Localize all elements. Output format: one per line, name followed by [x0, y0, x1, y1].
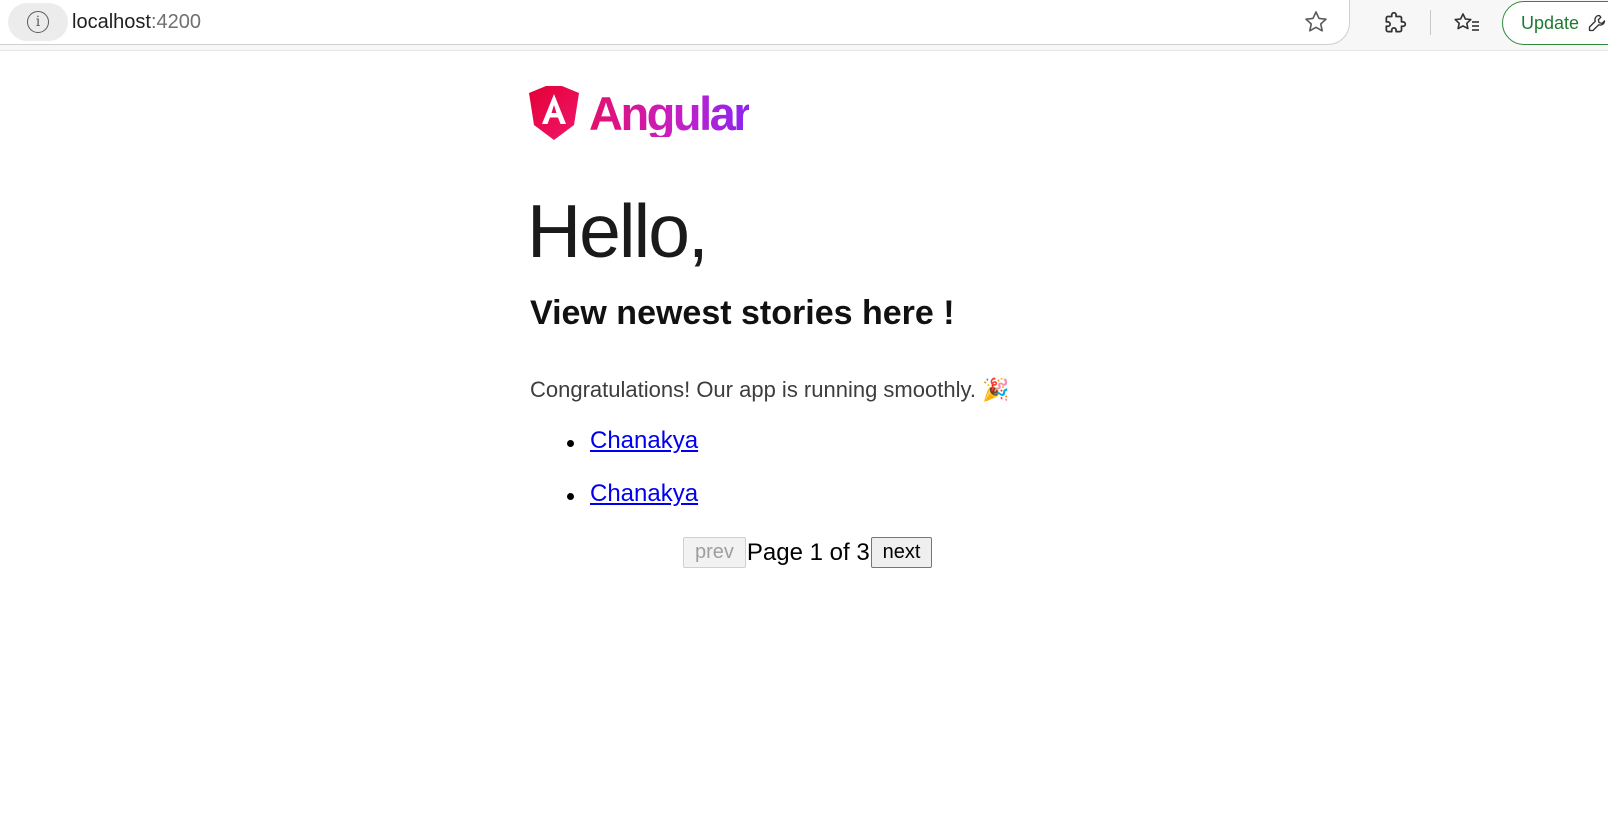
congrats-text: Congratulations! Our app is running smoo…: [530, 377, 976, 402]
url-host: localhost: [72, 11, 151, 33]
congrats-message: Congratulations! Our app is running smoo…: [530, 377, 1009, 403]
extensions-icon: [1385, 11, 1407, 33]
story-link[interactable]: Chanakya: [590, 480, 698, 507]
extensions-button[interactable]: [1378, 6, 1412, 40]
update-label: Update: [1521, 12, 1580, 33]
story-link[interactable]: Chanakya: [590, 427, 698, 454]
site-info-button[interactable]: i: [8, 3, 68, 41]
update-button[interactable]: Update: [1502, 1, 1608, 45]
url-port: :4200: [150, 11, 201, 33]
bookmark-star-button[interactable]: [1300, 6, 1332, 38]
pagination: prev Page 1 of 3 next: [683, 537, 933, 568]
star-icon: [1305, 11, 1327, 32]
angular-logo: Angular: [529, 86, 752, 140]
toolbar-divider: [1430, 10, 1431, 35]
address-bar[interactable]: i localhost:4200: [0, 0, 1350, 45]
browser-toolbar: i localhost:4200 Update: [0, 0, 1608, 51]
favorites-button[interactable]: [1449, 6, 1485, 40]
next-button[interactable]: next: [870, 537, 933, 568]
favorites-icon: [1454, 13, 1479, 31]
list-item: Chanakya: [530, 480, 698, 534]
info-icon: i: [27, 11, 49, 33]
greeting-heading: Hello,: [527, 189, 709, 273]
angular-logo-icon: [529, 86, 579, 140]
list-item: Chanakya: [530, 427, 698, 481]
url-text[interactable]: localhost:4200: [72, 11, 201, 33]
wrench-icon: [1587, 13, 1607, 33]
page-indicator: Page 1 of 3: [746, 538, 870, 566]
stories-list: Chanakya Chanakya: [530, 427, 698, 534]
subheading: View newest stories here !: [530, 294, 955, 332]
angular-wordmark: Angular: [589, 86, 752, 140]
party-popper-icon: 🎉: [982, 377, 1010, 402]
prev-button[interactable]: prev: [683, 537, 746, 568]
